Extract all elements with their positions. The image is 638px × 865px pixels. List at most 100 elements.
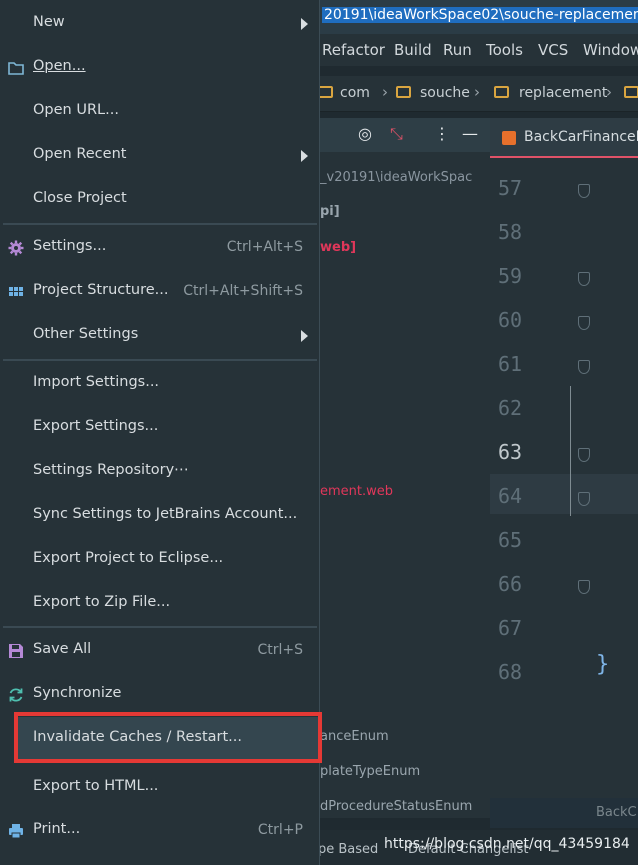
- editor-tab[interactable]: BackCarFinanceE: [502, 129, 638, 145]
- menu-tools[interactable]: Tools: [486, 41, 523, 59]
- breadcrumb-item-souche[interactable]: souche: [420, 85, 470, 101]
- editor-status-label: BackC: [596, 805, 637, 820]
- menu-item-label: Open Recent: [33, 146, 127, 162]
- folder-icon: [624, 86, 638, 98]
- chevron-right-icon: ›: [382, 83, 388, 101]
- breadcrumb: com › souche › replacement ›: [310, 76, 638, 112]
- fold-marker-icon[interactable]: [578, 272, 590, 286]
- more-options-icon[interactable]: ⋮: [434, 124, 450, 143]
- breadcrumb-item-replacement[interactable]: replacement: [519, 85, 607, 101]
- submenu-arrow-icon: [301, 18, 308, 30]
- line-number: 68: [498, 660, 523, 684]
- menu-separator: [3, 359, 317, 361]
- menu-item-project-structure[interactable]: Project Structure... Ctrl+Alt+Shift+S: [0, 270, 320, 314]
- line-number: 67: [498, 616, 523, 640]
- line-number: 60: [498, 308, 523, 332]
- breadcrumb-item-com[interactable]: com: [340, 85, 370, 101]
- editor-tabbar: BackCarFinanceE: [490, 118, 638, 158]
- menu-item-export-eclipse[interactable]: Export Project to Eclipse...: [0, 538, 320, 582]
- project-tree-line[interactable]: ement.web: [320, 484, 393, 499]
- menu-item-shortcut: Ctrl+S: [257, 642, 303, 658]
- java-class-icon: [502, 131, 516, 145]
- menu-item-shortcut: Ctrl+Alt+Shift+S: [183, 283, 303, 299]
- menu-window[interactable]: Window: [583, 41, 638, 59]
- menu-item-settings[interactable]: Settings... Ctrl+Alt+S: [0, 226, 320, 270]
- highlight-outline: [14, 712, 322, 763]
- fold-marker-icon[interactable]: [578, 360, 590, 374]
- menu-item-new[interactable]: New: [0, 2, 320, 46]
- menu-item-print[interactable]: Print... Ctrl+P: [0, 809, 320, 853]
- project-panel-toolbar: ◎ ⤡ ⋮ —: [310, 118, 490, 152]
- sync-icon: [9, 688, 23, 702]
- print-icon: [9, 824, 23, 839]
- menu-item-label: Open...: [33, 58, 86, 74]
- folder-icon: [318, 86, 333, 98]
- menu-item-sync-settings[interactable]: Sync Settings to JetBrains Account...: [0, 494, 320, 538]
- menu-item-label: Synchronize: [33, 685, 122, 701]
- menu-item-export-zip[interactable]: Export to Zip File...: [0, 582, 320, 626]
- menu-item-open-recent[interactable]: Open Recent: [0, 134, 320, 178]
- line-number: 58: [498, 220, 523, 244]
- menu-item-label: Settings Repository⋯: [33, 462, 189, 478]
- menu-item-label: Other Settings: [33, 326, 139, 342]
- main-menubar: Refactor Build Run Tools VCS Window: [310, 34, 638, 66]
- project-tree-line[interactable]: plateTypeEnum: [320, 764, 420, 779]
- menu-item-open[interactable]: Open...: [0, 46, 320, 90]
- line-gutter: 57 58 59 60 61 62 63 64 65 66 67 68 }: [490, 160, 638, 796]
- menu-item-label: Close Project: [33, 190, 127, 206]
- line-number: 61: [498, 352, 523, 376]
- fold-marker-icon[interactable]: [578, 580, 590, 594]
- menu-item-export-html[interactable]: Export to HTML...: [0, 766, 320, 810]
- line-number: 66: [498, 572, 523, 596]
- menu-item-settings-repository[interactable]: Settings Repository⋯: [0, 450, 320, 494]
- editor-tab-label: BackCarFinanceE: [524, 129, 638, 145]
- status-left: pe Based: [318, 842, 379, 857]
- menu-item-label: Open URL...: [33, 102, 119, 118]
- menu-item-label: Export Settings...: [33, 418, 159, 434]
- menu-separator: [3, 626, 317, 628]
- menu-item-synchronize[interactable]: Synchronize: [0, 673, 320, 717]
- menu-item-import-settings[interactable]: Import Settings...: [0, 362, 320, 406]
- menu-item-shortcut: Ctrl+Alt+S: [226, 239, 303, 255]
- watermark-text: https://blog.csdn.net/qq_43459184: [384, 836, 630, 852]
- menu-item-label: Project Structure...: [33, 282, 169, 298]
- collapse-icon[interactable]: ⤡: [390, 124, 403, 144]
- menu-item-label: Settings...: [33, 238, 107, 254]
- fold-marker-icon[interactable]: [578, 316, 590, 330]
- line-number: 57: [498, 176, 523, 200]
- submenu-arrow-icon: [301, 150, 308, 162]
- fold-marker-icon[interactable]: [578, 448, 590, 462]
- project-tree-line[interactable]: anceEnum: [320, 729, 389, 744]
- line-number: 59: [498, 264, 523, 288]
- menu-item-open-url[interactable]: Open URL...: [0, 90, 320, 134]
- menu-separator: [3, 223, 317, 225]
- project-tree-line[interactable]: dProcedureStatusEnum: [320, 799, 472, 814]
- menu-item-other-settings[interactable]: Other Settings: [0, 314, 320, 358]
- project-panel: ◎ ⤡ ⋮ — _v20191\ideaWorkSpac pi] web] em…: [310, 118, 490, 818]
- line-number: 65: [498, 528, 523, 552]
- submenu-arrow-icon: [301, 330, 308, 342]
- menu-vcs[interactable]: VCS: [538, 41, 568, 59]
- menu-item-close-project[interactable]: Close Project: [0, 178, 320, 222]
- window-title: 20191\ideaWorkSpace02\souche-replacemen: [322, 7, 638, 23]
- fold-marker-icon[interactable]: [578, 184, 590, 198]
- project-tree-line[interactable]: _v20191\ideaWorkSpac: [320, 170, 472, 185]
- menu-item-label: Print...: [33, 821, 81, 837]
- project-tree-line[interactable]: web]: [320, 240, 356, 255]
- gear-icon: [8, 240, 24, 256]
- menu-item-label: Sync Settings to JetBrains Account...: [33, 506, 298, 522]
- target-icon[interactable]: ◎: [358, 124, 372, 143]
- chevron-right-icon: ›: [606, 83, 612, 101]
- menu-run[interactable]: Run: [443, 41, 472, 59]
- menu-item-label: Import Settings...: [33, 374, 160, 390]
- menu-refactor[interactable]: Refactor: [322, 41, 385, 59]
- fold-marker-icon[interactable]: [578, 492, 590, 506]
- project-tree-line[interactable]: pi]: [320, 204, 340, 219]
- minimize-icon[interactable]: —: [462, 124, 478, 143]
- menu-item-export-settings[interactable]: Export Settings...: [0, 406, 320, 450]
- menu-build[interactable]: Build: [394, 41, 432, 59]
- code-editor[interactable]: BackCarFinanceE 57 58 59 60 61 62 63 64 …: [490, 118, 638, 828]
- folder-icon: [396, 86, 411, 98]
- menu-item-save-all[interactable]: Save All Ctrl+S: [0, 629, 320, 673]
- save-icon: [9, 644, 23, 658]
